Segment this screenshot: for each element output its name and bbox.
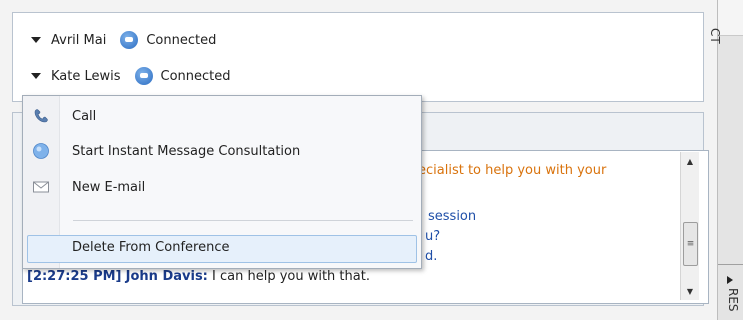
rail-divider (718, 264, 743, 265)
caret-down-icon[interactable] (31, 73, 41, 79)
menu-item-label: Delete From Conference (72, 240, 230, 255)
rail-tab-bottom[interactable]: RES (726, 288, 740, 312)
chat-bubble-icon (134, 67, 153, 85)
participants-panel: Avril Mai Connected Kate Lewis Connected (12, 12, 704, 102)
participant-name: Kate Lewis (51, 68, 121, 84)
message-text: I can help you with that. (212, 269, 370, 284)
chat-line: ecialist to help you with your (418, 163, 607, 178)
menu-item-label: Call (72, 108, 97, 124)
menu-separator (73, 220, 413, 221)
menu-item-call[interactable]: Call (23, 103, 419, 129)
message-timestamp: [2:27:25 PM] (27, 269, 122, 284)
participant-row[interactable]: Avril Mai Connected (31, 29, 216, 51)
participant-status: Connected (146, 32, 217, 48)
participant-name: Avril Mai (51, 32, 107, 48)
chat-bubble-icon (33, 143, 49, 159)
message-author: John Davis: (125, 269, 208, 284)
menu-item-new-email[interactable]: New E-mail (23, 174, 419, 200)
menu-item-delete-from-conference[interactable]: Delete From Conference (27, 235, 417, 263)
scroll-thumb[interactable]: ≡ (683, 222, 698, 266)
menu-item-label: New E-mail (72, 179, 146, 195)
rail-tab-top[interactable]: CT (708, 28, 722, 44)
menu-item-label: Start Instant Message Consultation (72, 143, 301, 159)
scroll-up-icon[interactable]: ▲ (681, 152, 699, 170)
chat-line: d. (425, 249, 438, 264)
chat-line: session (428, 209, 477, 224)
chat-message: [2:27:25 PM] John Davis: I can help you … (27, 269, 370, 284)
expand-arrow-icon[interactable] (727, 276, 733, 284)
participant-status: Connected (160, 68, 231, 84)
menu-item-im-consultation[interactable]: Start Instant Message Consultation (23, 138, 419, 164)
scroll-down-icon[interactable]: ▼ (681, 282, 699, 300)
caret-down-icon[interactable] (31, 37, 41, 43)
vertical-scrollbar[interactable]: ▲ ≡ ▼ (680, 152, 699, 300)
envelope-icon (33, 181, 49, 193)
phone-icon (34, 109, 48, 123)
participant-context-menu: Call Start Instant Message Consultation … (22, 95, 422, 269)
chat-line: u? (425, 229, 441, 244)
right-rail: CT RES (708, 0, 743, 320)
chat-bubble-icon (120, 31, 139, 49)
participant-row[interactable]: Kate Lewis Connected (31, 65, 231, 87)
